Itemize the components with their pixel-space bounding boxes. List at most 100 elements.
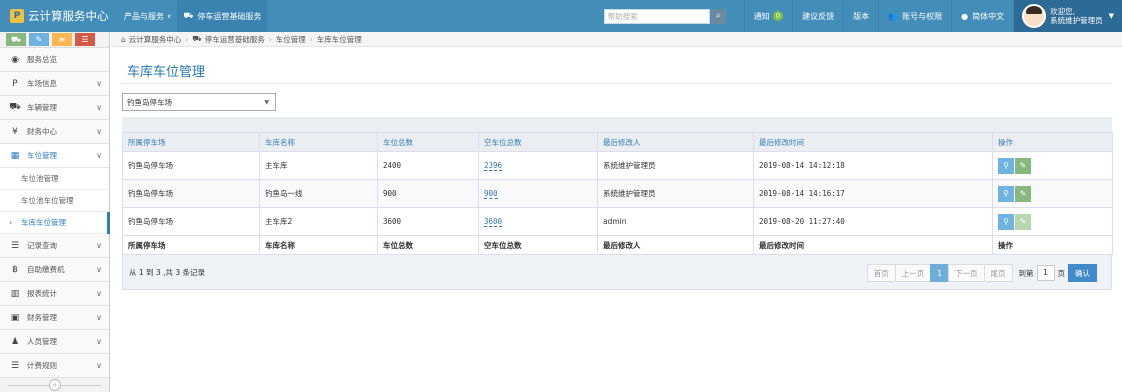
breadcrumb-home[interactable]: 云计算服务中心 bbox=[129, 34, 182, 45]
footer-column-garage: 车库名称 bbox=[259, 235, 378, 255]
search-icon[interactable]: ⌕ bbox=[710, 8, 726, 24]
parking-icon: P bbox=[12, 78, 18, 89]
cell-editor: 系统维护管理员 bbox=[597, 151, 754, 180]
sidebar-item[interactable]: ◉ 服务总览 bbox=[0, 48, 109, 72]
column-header-garage[interactable]: 车库名称 bbox=[259, 132, 378, 152]
sidebar-item[interactable]: ☰ 计费规则 ∨ bbox=[0, 354, 109, 378]
view-zoom-icon[interactable]: ⚲ bbox=[998, 157, 1014, 174]
sidebar-item-label: 服务总览 bbox=[27, 55, 57, 64]
select-caret-icon: ▼ bbox=[264, 98, 269, 106]
notifications-button[interactable]: 通知 0 bbox=[743, 0, 792, 32]
sidebar-item[interactable]: ¥ 财务中心 ∨ bbox=[0, 120, 109, 144]
table-pagination-bar: 从 1 到 3 ,共 3 条记录 首页 上一页 1 下一页 尾页 到第 1 页 … bbox=[122, 255, 1112, 290]
sidebar-collapse-bar: « bbox=[0, 378, 109, 392]
page-current-button[interactable]: 1 bbox=[930, 264, 949, 282]
sidebar-item[interactable]: ▥ 报表统计 ∨ bbox=[0, 282, 109, 306]
edit-pencil-icon[interactable]: ✎ bbox=[1015, 185, 1031, 202]
edit-pencil-icon[interactable]: ✎ bbox=[1015, 157, 1031, 174]
cell-lot-value: 钓鱼岛停车场 bbox=[128, 161, 173, 170]
cell-lot-value: 钓鱼岛停车场 bbox=[128, 217, 173, 226]
view-zoom-icon[interactable]: ⚲ bbox=[998, 213, 1014, 230]
user-name: 系统维护管理员 bbox=[1050, 16, 1103, 25]
cell-editor-value: 系统维护管理员 bbox=[603, 161, 656, 170]
sidebar-item-label: 人员管理 bbox=[27, 337, 57, 346]
sidebar-item-label: 财务中心 bbox=[27, 127, 57, 136]
column-header-total[interactable]: 车位总数 bbox=[377, 132, 479, 152]
cell-time-value: 2019-08-20 11:27:40 bbox=[759, 217, 845, 226]
edit-pencil-icon[interactable]: ✎ bbox=[1015, 213, 1031, 230]
cell-empty-value[interactable]: 2396 bbox=[484, 161, 503, 171]
shortcut-pencil-icon[interactable]: ✎ bbox=[29, 33, 49, 46]
cell-empty-value[interactable]: 900 bbox=[484, 189, 498, 199]
user-menu[interactable]: 欢迎您, 系统维护管理员 ▼ bbox=[1013, 0, 1122, 32]
column-header-editor[interactable]: 最后修改人 bbox=[597, 132, 754, 152]
nav-products-menu[interactable]: 产品与服务 ∨ bbox=[118, 0, 177, 32]
sidebar-item-label: 报表统计 bbox=[27, 289, 57, 298]
sidebar-item[interactable]: ⛟ 车辆管理 ∨ bbox=[0, 96, 109, 120]
globe-icon: ● bbox=[961, 11, 969, 21]
cell-actions: ⚲ ✎ bbox=[992, 207, 1113, 236]
footer-column-editor: 最后修改人 bbox=[597, 235, 754, 255]
cell-empty: 2396 bbox=[478, 151, 598, 180]
column-header-lot[interactable]: 所属停车场 bbox=[122, 132, 260, 152]
page-next-button[interactable]: 下一页 bbox=[948, 264, 985, 282]
goto-confirm-button[interactable]: 确认 bbox=[1068, 264, 1097, 282]
shortcut-list-icon[interactable]: ☰ bbox=[75, 33, 95, 46]
collapse-left-icon[interactable]: « bbox=[48, 379, 61, 391]
view-zoom-icon[interactable]: ⚲ bbox=[998, 185, 1014, 202]
sidebar-item-label: 财务管理 bbox=[27, 313, 57, 322]
cell-garage: 钓鱼岛一线 bbox=[259, 179, 378, 208]
breadcrumb-service[interactable]: 停车运营基础服务 bbox=[205, 34, 265, 45]
feedback-button[interactable]: 建议反馈 bbox=[792, 0, 843, 32]
goto-page-input[interactable]: 1 bbox=[1036, 265, 1055, 281]
breadcrumb-separator-icon: › bbox=[185, 34, 189, 44]
cell-garage-value: 主车库 bbox=[265, 161, 288, 170]
cell-empty-value[interactable]: 3600 bbox=[484, 217, 503, 227]
sidebar-shortcuts: ⛟ ✎ ≡ ☰ bbox=[0, 32, 109, 48]
cell-total-value: 3600 bbox=[383, 217, 402, 226]
shortcut-car-icon[interactable]: ⛟ bbox=[6, 33, 26, 46]
chevron-down-icon: ∨ bbox=[96, 313, 102, 322]
sidebar-item[interactable]: ☰ 记录查询 ∨ bbox=[0, 234, 109, 258]
title-divider bbox=[120, 83, 1112, 84]
help-search-input[interactable]: 帮助搜索 bbox=[603, 8, 710, 24]
sidebar-item-label: 车位管理 bbox=[27, 151, 57, 160]
bar-chart-icon: ▥ bbox=[10, 288, 20, 299]
parking-lot-select[interactable]: 钓鱼岛停车场 ▼ bbox=[122, 93, 276, 111]
page-last-button[interactable]: 尾页 bbox=[983, 264, 1013, 282]
submenu-item-space-pool-spaces[interactable]: 车位池车位管理 bbox=[0, 190, 109, 212]
cell-time: 2019-08-20 11:27:40 bbox=[753, 207, 993, 236]
bitcoin-icon: ฿ bbox=[12, 264, 18, 275]
page-title: 车库车位管理 bbox=[127, 65, 206, 80]
submenu-item-space-pool[interactable]: 车位池管理 bbox=[0, 168, 109, 190]
brand[interactable]: P 云计算服务中心 bbox=[0, 0, 118, 32]
footer-column-actions: 操作 bbox=[992, 235, 1113, 255]
sidebar-item[interactable]: ▣ 财务管理 ∨ bbox=[0, 306, 109, 330]
table-footer-row: 所属停车场 车库名称 车位总数 空车位总数 最后修改人 最后修改时间 操作 bbox=[122, 235, 1113, 255]
sidebar-item[interactable]: ♟ 人员管理 ∨ bbox=[0, 330, 109, 354]
cell-total: 2400 bbox=[377, 151, 479, 180]
nav-parking-label: 停车运营基础服务 bbox=[197, 11, 262, 21]
goto-prefix: 到第 bbox=[1018, 268, 1034, 278]
page-prev-button[interactable]: 上一页 bbox=[894, 264, 932, 282]
goto-suffix: 页 bbox=[1057, 268, 1066, 278]
account-permissions-button[interactable]: 👥 账号与权限 bbox=[878, 0, 951, 32]
language-button[interactable]: ● 简体中文 bbox=[951, 0, 1013, 32]
shortcut-menu-icon[interactable]: ≡ bbox=[52, 33, 72, 46]
chevron-down-icon: ∨ bbox=[96, 361, 102, 370]
version-button[interactable]: 版本 bbox=[843, 0, 878, 32]
footer-column-time: 最后修改时间 bbox=[753, 235, 993, 255]
pagination: 首页 上一页 1 下一页 尾页 到第 1 页 确认 bbox=[866, 264, 1097, 282]
submenu-item-garage-spaces[interactable]: 车库车位管理 bbox=[0, 212, 110, 234]
breadcrumb-section[interactable]: 车位管理 bbox=[276, 34, 306, 45]
sidebar-item[interactable]: ▦ 车位管理 ∨ bbox=[0, 144, 109, 168]
page-first-button[interactable]: 首页 bbox=[866, 264, 896, 282]
column-header-time[interactable]: 最后修改时间 bbox=[753, 132, 993, 152]
column-header-empty[interactable]: 空车位总数 bbox=[478, 132, 598, 152]
sidebar-item[interactable]: ฿ 自助缴费机 ∨ bbox=[0, 258, 109, 282]
sidebar-item[interactable]: P 车场信息 ∨ bbox=[0, 72, 109, 96]
car-icon: ⛟ bbox=[9, 102, 21, 112]
chevron-down-icon: ∨ bbox=[96, 151, 102, 160]
nav-parking-service[interactable]: ⛟ 停车运营基础服务 bbox=[177, 0, 268, 32]
chevron-down-icon: ∨ bbox=[96, 79, 102, 88]
